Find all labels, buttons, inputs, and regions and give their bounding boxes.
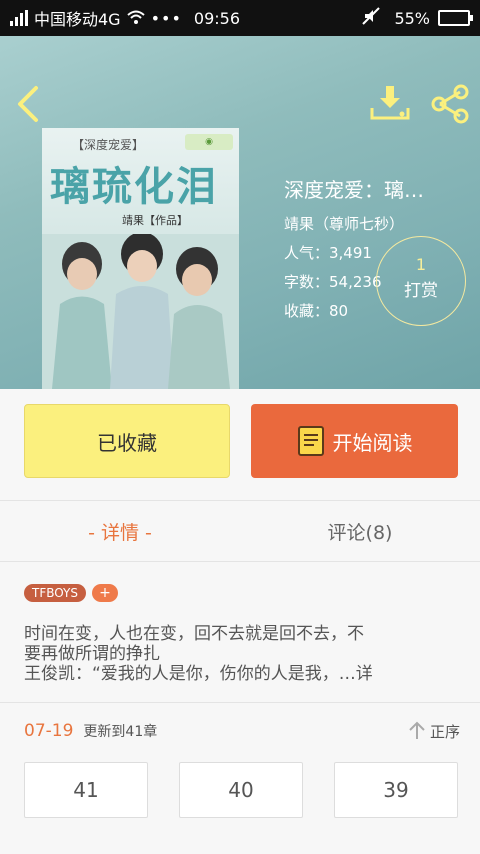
chapter-grid: 41 40 39 bbox=[24, 762, 458, 818]
description-line: 时间在变，人也在变，回不去就是回不去，不 bbox=[24, 624, 364, 644]
mute-icon bbox=[362, 7, 381, 29]
tag-list: TFBOYS + bbox=[24, 584, 118, 602]
back-button[interactable] bbox=[12, 84, 48, 124]
description-line: 王俊凯：“爱我的人是你，伤你的人是我，…详 bbox=[24, 664, 373, 684]
cover-author: 靖果【作品】 bbox=[122, 214, 188, 227]
collected-button[interactable]: 已收藏 bbox=[24, 404, 230, 478]
share-icon bbox=[431, 84, 469, 124]
divider bbox=[0, 702, 480, 703]
cover-series: 【深度宠爱】 bbox=[72, 138, 145, 152]
book-header: 【深度宠爱】 ◉ 璃琉化泪 靖果【作品】 深度宠爱：璃… 靖果（尊师七秒） 人气… bbox=[0, 36, 480, 389]
download-icon bbox=[370, 86, 410, 120]
start-reading-button[interactable]: 开始阅读 bbox=[251, 404, 458, 478]
chevron-left-icon bbox=[18, 86, 38, 122]
detail-tabs: - 详情 - 评论(8) bbox=[0, 500, 480, 562]
start-reading-label: 开始阅读 bbox=[332, 430, 413, 455]
chapter-button[interactable]: 40 bbox=[179, 762, 303, 818]
cover-title: 璃琉化泪 bbox=[50, 163, 218, 210]
sort-toggle[interactable]: 正序 bbox=[408, 721, 460, 742]
status-bar: 中国移动4G ••• 09:56 55% bbox=[0, 0, 480, 36]
share-button[interactable] bbox=[428, 82, 472, 126]
update-row: 07-19 更新到41章 正序 bbox=[24, 718, 460, 744]
tab-comments[interactable]: 评论(8) bbox=[240, 501, 480, 561]
book-cover[interactable]: 【深度宠爱】 ◉ 璃琉化泪 靖果【作品】 bbox=[42, 128, 239, 389]
tip-label: 打赏 bbox=[404, 281, 438, 301]
book-icon bbox=[297, 426, 324, 456]
tip-button[interactable]: 1 打赏 bbox=[376, 236, 466, 326]
book-author[interactable]: 靖果（尊师七秒） bbox=[284, 213, 474, 234]
update-text: 更新到41章 bbox=[83, 724, 158, 740]
tab-details[interactable]: - 详情 - bbox=[0, 501, 240, 561]
more-notifications-icon: ••• bbox=[150, 8, 182, 28]
battery-icon bbox=[438, 10, 473, 26]
wifi-icon bbox=[126, 9, 145, 28]
cover-photo bbox=[42, 234, 239, 389]
clock: 09:56 bbox=[193, 8, 241, 28]
tip-count: 1 bbox=[415, 255, 427, 274]
tag-item[interactable]: TFBOYS bbox=[24, 584, 86, 602]
book-title: 深度宠爱：璃… bbox=[284, 178, 424, 202]
sort-label: 正序 bbox=[429, 722, 460, 741]
download-button[interactable] bbox=[368, 84, 412, 124]
collected-label: 已收藏 bbox=[97, 430, 157, 455]
chapter-button[interactable]: 39 bbox=[334, 762, 458, 818]
description-line: 要再做所谓的挣扎 bbox=[24, 644, 160, 664]
carrier-label: 中国移动4G bbox=[34, 10, 121, 29]
cover-badge-logo: ◉ bbox=[185, 134, 233, 150]
add-tag-button[interactable]: + bbox=[92, 584, 118, 602]
update-date: 07-19 bbox=[24, 721, 74, 741]
battery-percent: 55% bbox=[394, 8, 430, 28]
arrow-up-icon bbox=[409, 721, 425, 739]
chapter-button[interactable]: 41 bbox=[24, 762, 148, 818]
book-description[interactable]: 时间在变，人也在变，回不去就是回不去，不 要再做所谓的挣扎 王俊凯：“爱我的人是… bbox=[24, 624, 464, 684]
signal-icon bbox=[10, 10, 28, 26]
